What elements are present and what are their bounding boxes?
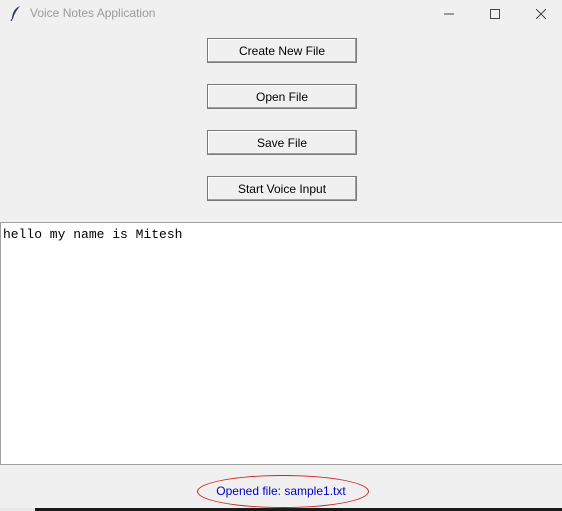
maximize-button[interactable] [472,0,518,28]
status-label: Opened file: sample1.txt [216,484,346,498]
app-window: Voice Notes Application Create New File … [0,0,562,511]
feather-icon [9,5,23,22]
note-text-area[interactable]: hello my name is Mitesh [0,222,562,465]
open-file-button[interactable]: Open File [207,84,357,109]
start-voice-input-button[interactable]: Start Voice Input [207,176,357,201]
minimize-icon [444,13,454,15]
save-file-button[interactable]: Save File [207,130,357,155]
close-icon [536,9,546,19]
close-button[interactable] [518,0,562,28]
minimize-button[interactable] [426,0,472,28]
status-bar: Opened file: sample1.txt [0,465,562,511]
title-bar[interactable]: Voice Notes Application [0,0,562,28]
maximize-icon [490,9,500,19]
window-title: Voice Notes Application [30,6,156,20]
create-new-file-button[interactable]: Create New File [207,38,357,63]
